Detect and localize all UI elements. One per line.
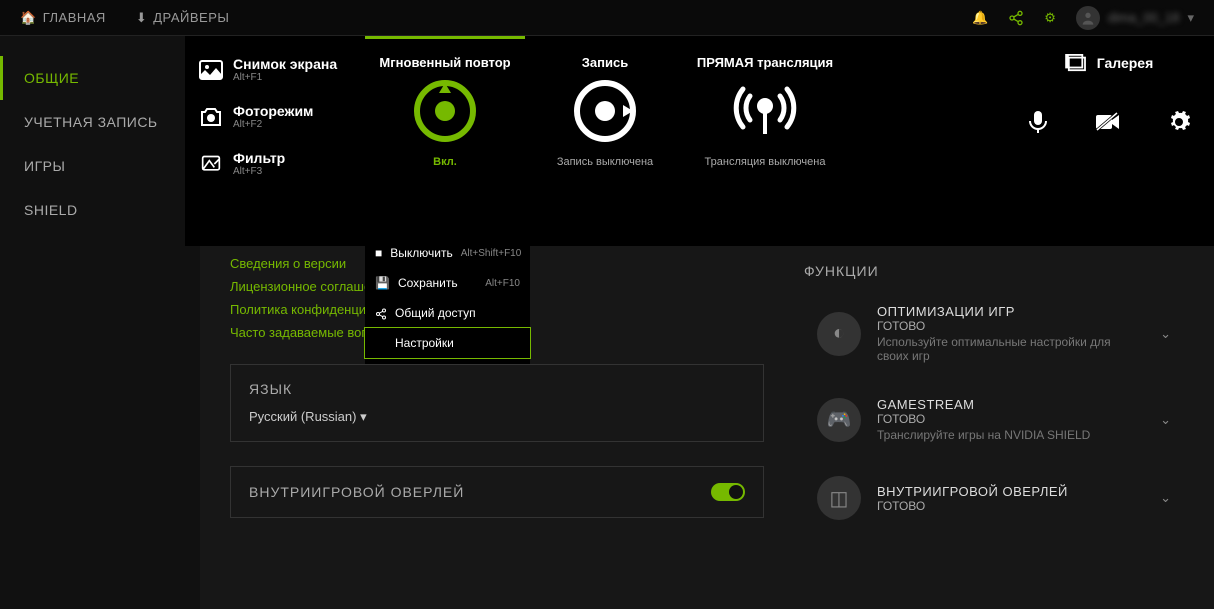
- sidebar-item-shield[interactable]: SHIELD: [0, 188, 200, 232]
- monitor-icon: 🖵: [804, 211, 820, 227]
- nav-home-label: ГЛАВНАЯ: [43, 10, 106, 25]
- language-section-title: ЯЗЫК: [249, 381, 745, 397]
- feature-ingame-overlay[interactable]: ◫ ВНУТРИИГРОВОЙ ОВЕРЛЕЙ ГОТОВО ⌄: [804, 463, 1184, 533]
- submenu-shortcut: Alt+Shift+F10: [461, 248, 522, 259]
- download-icon: ⬇: [136, 10, 147, 26]
- checkbox-icon[interactable]: [230, 212, 244, 228]
- sidebar-item-general[interactable]: ОБЩИЕ: [0, 56, 200, 100]
- submenu-settings[interactable]: Настройки: [365, 328, 530, 358]
- feature-desc: Транслируйте игры на NVIDIA SHIELD: [877, 428, 1144, 442]
- submenu-label: Выключить: [390, 246, 452, 260]
- share-icon[interactable]: [1008, 9, 1024, 26]
- language-select[interactable]: Русский (Russian) ▾: [249, 409, 745, 425]
- user-menu[interactable]: dima_00_18 ▾: [1076, 6, 1194, 30]
- chevron-down-icon: ▾: [1187, 10, 1194, 26]
- feature-status: ГОТОВО: [877, 412, 1144, 426]
- feature-desc: Используйте оптимальные настройки для св…: [877, 335, 1144, 363]
- nvidia-logo: NVIDIA: [230, 94, 272, 136]
- nav-drivers[interactable]: ⬇ ДРАЙВЕРЫ: [136, 0, 230, 35]
- copyright-text: © 2016-2019 NVIDIA Corporation. Все прав…: [230, 185, 487, 196]
- submenu-shortcut: Alt+F10: [485, 278, 520, 289]
- instant-replay-submenu: ■ Выключить Alt+Shift+F10 💾 Сохранить Al…: [365, 232, 530, 364]
- sidebar-item-account[interactable]: УЧЕТНАЯ ЗАПИСЬ: [0, 100, 200, 144]
- spec-display: 🖵1280 x 1024, 60Hz: [804, 205, 1184, 233]
- spec-driver: ◆Версия драйвера 441.87: [804, 122, 1184, 150]
- about-section-title: О ПРОГРАММЕ: [230, 66, 764, 82]
- sidebar: ОБЩИЕ УЧЕТНАЯ ЗАПИСЬ ИГРЫ SHIELD: [0, 36, 200, 609]
- product-name: NVIDIA® GeForce Experience: [230, 146, 764, 160]
- sidebar-item-games[interactable]: ИГРЫ: [0, 144, 200, 188]
- spec-cpu: ▣Intel(R) Core(tm) i7-4770K Processor: [804, 150, 1184, 178]
- submenu-save[interactable]: 💾 Сохранить Alt+F10: [365, 268, 530, 298]
- spec-gpu: ▦GeForce GTX 1080: [804, 94, 1184, 122]
- overlay-icon: ◫: [817, 476, 861, 520]
- chevron-down-icon: ⌄: [1160, 490, 1171, 506]
- submenu-share[interactable]: Общий доступ: [365, 298, 530, 328]
- features-section-title: ФУНКЦИИ: [804, 263, 1184, 279]
- chevron-down-icon: ⌄: [1160, 412, 1171, 428]
- feature-title: ВНУТРИИГРОВОЙ ОВЕРЛЕЙ: [877, 484, 1144, 499]
- driver-icon: ◆: [804, 128, 820, 144]
- gamepad-icon: 🎮: [817, 398, 861, 442]
- home-icon: 🏠: [20, 10, 37, 26]
- language-card: ЯЗЫК Русский (Russian) ▾: [230, 364, 764, 442]
- nav-home[interactable]: 🏠 ГЛАВНАЯ: [20, 0, 106, 35]
- share-icon: [375, 306, 387, 320]
- feature-title: GAMESTREAM: [877, 397, 1144, 412]
- feature-gamestream[interactable]: 🎮 GAMESTREAM ГОТОВО Транслируйте игры на…: [804, 384, 1184, 455]
- spec-ram: ▬4 GB RAM: [804, 178, 1184, 205]
- feature-game-optimization[interactable]: ◐ ОПТИМИЗАЦИИ ИГР ГОТОВО Используйте опт…: [804, 291, 1184, 376]
- stop-icon: ■: [375, 246, 382, 260]
- overlay-toggle[interactable]: [711, 483, 745, 501]
- nav-drivers-label: ДРАЙВЕРЫ: [153, 10, 229, 25]
- chevron-down-icon: ▾: [360, 409, 367, 424]
- username: dima_00_18: [1108, 10, 1180, 25]
- submenu-turn-off[interactable]: ■ Выключить Alt+Shift+F10: [365, 238, 530, 268]
- submenu-label: Сохранить: [398, 276, 458, 290]
- cpu-icon: ▣: [804, 156, 820, 172]
- version-text: Версия 3.20.2: [230, 164, 764, 178]
- save-icon: 💾: [375, 276, 390, 290]
- gpu-icon: ▦: [804, 100, 820, 116]
- overlay-card: ВНУТРИИГРОВОЙ ОВЕРЛЕЙ: [230, 466, 764, 518]
- submenu-label: Общий доступ: [395, 306, 476, 320]
- avatar: [1076, 6, 1100, 30]
- system-section-title: МОЯ СИСТЕМА: [804, 66, 1184, 82]
- submenu-label: Настройки: [395, 336, 454, 350]
- brand-title: GEFORCE EXPERIENCE: [282, 105, 510, 126]
- gauge-icon: ◐: [817, 312, 861, 356]
- feature-status: ГОТОВО: [877, 499, 1144, 513]
- feature-title: ОПТИМИЗАЦИИ ИГР: [877, 304, 1144, 319]
- overlay-section-title: ВНУТРИИГРОВОЙ ОВЕРЛЕЙ: [249, 484, 464, 500]
- chevron-down-icon: ⌄: [1160, 326, 1171, 342]
- language-value: Русский (Russian): [249, 409, 356, 424]
- gear-icon[interactable]: ⚙: [1044, 10, 1056, 26]
- ram-icon: ▬: [804, 184, 820, 199]
- feature-status: ГОТОВО: [877, 319, 1144, 333]
- bell-icon[interactable]: 🔔: [972, 10, 988, 26]
